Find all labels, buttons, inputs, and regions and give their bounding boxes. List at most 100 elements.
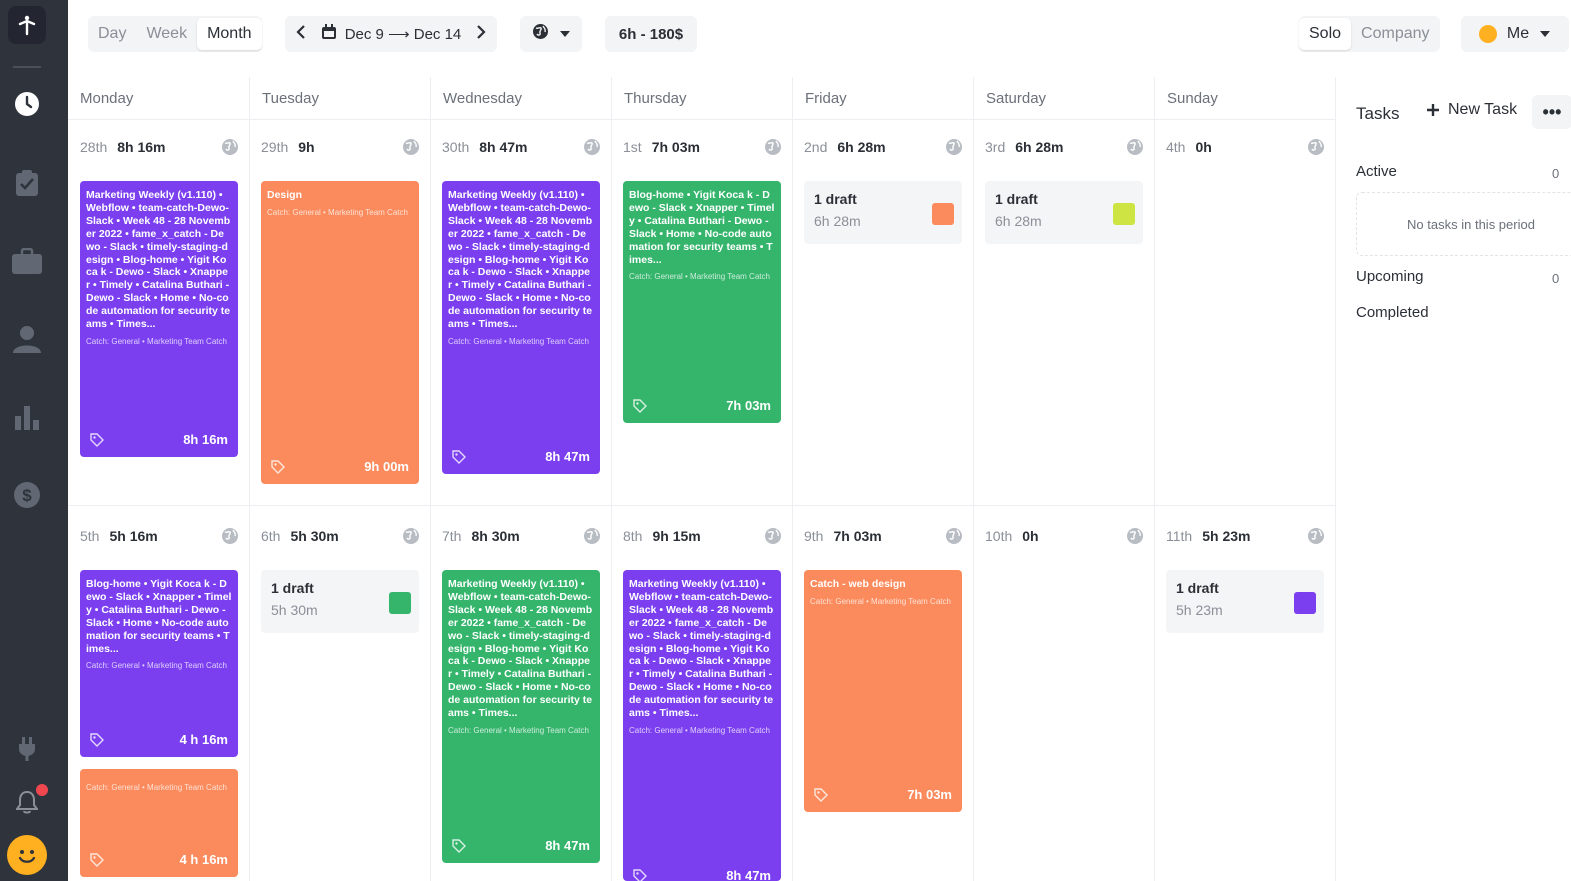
- draft-color-swatch: [389, 592, 411, 614]
- entry-duration: 8h 47m: [545, 449, 590, 464]
- day-header-sunday: Sunday: [1154, 77, 1335, 119]
- user-menu-button[interactable]: Me: [1461, 16, 1569, 52]
- time-entry-card[interactable]: Catch - web design Catch: General • Mark…: [804, 570, 962, 812]
- cell-header: 10th 0h: [985, 524, 1039, 548]
- prev-chevron-icon[interactable]: [295, 25, 307, 43]
- tag-icon[interactable]: [271, 460, 285, 474]
- tag-icon[interactable]: [90, 733, 104, 747]
- timezone-dropdown[interactable]: [520, 16, 582, 52]
- view-day-button[interactable]: Day: [88, 18, 136, 50]
- globe-icon[interactable]: [1126, 527, 1144, 545]
- cell-header: 8th 9h 15m: [623, 524, 701, 548]
- globe-icon[interactable]: [583, 138, 601, 156]
- draft-card[interactable]: 1 draft 5h 23m: [1166, 570, 1324, 633]
- entry-title: Marketing Weekly (v1.110) • Webflow • te…: [629, 578, 774, 720]
- globe-icon[interactable]: [402, 527, 420, 545]
- day-header-thursday: Thursday: [611, 77, 792, 119]
- draft-card[interactable]: 1 draft 6h 28m: [985, 181, 1143, 244]
- entry-tags: Catch: General • Marketing Team Catch: [810, 596, 951, 606]
- calendar-icon: [321, 24, 337, 44]
- entry-tags: Catch: General • Marketing Team Catch: [86, 661, 227, 671]
- time-entry-card[interactable]: Blog-home • Yigit Koca k - Dewo - Slack …: [623, 181, 781, 423]
- logo-icon[interactable]: [8, 6, 46, 44]
- briefcase-icon[interactable]: [11, 245, 43, 277]
- globe-icon[interactable]: [764, 138, 782, 156]
- time-entry-card[interactable]: Catch: General • Marketing Team Catch 4 …: [80, 769, 238, 877]
- day-header-wednesday: Wednesday: [430, 77, 611, 119]
- globe-icon[interactable]: [221, 138, 239, 156]
- entry-duration: 9h 00m: [364, 459, 409, 474]
- view-week-button[interactable]: Week: [136, 18, 197, 50]
- entry-duration: 7h 03m: [907, 787, 952, 802]
- tasks-upcoming-header[interactable]: Upcoming: [1356, 268, 1424, 285]
- globe-icon[interactable]: [945, 138, 963, 156]
- clock-icon[interactable]: [11, 88, 43, 120]
- globe-icon[interactable]: [1307, 138, 1325, 156]
- cell-header: 4th 0h: [1166, 135, 1212, 159]
- cell-date: 2nd: [804, 139, 828, 155]
- cell-date: 3rd: [985, 139, 1006, 155]
- globe-icon[interactable]: [945, 527, 963, 545]
- dollar-icon[interactable]: $: [11, 479, 43, 511]
- tasks-completed-header[interactable]: Completed: [1356, 304, 1429, 321]
- next-chevron-icon[interactable]: [475, 25, 487, 43]
- mode-company-button[interactable]: Company: [1351, 18, 1439, 50]
- tag-icon[interactable]: [452, 839, 466, 853]
- tag-icon[interactable]: [452, 450, 466, 464]
- new-task-button[interactable]: New Task: [1426, 101, 1517, 119]
- globe-icon[interactable]: [402, 138, 420, 156]
- time-entry-card[interactable]: Marketing Weekly (v1.110) • Webflow • te…: [80, 181, 238, 457]
- tasks-active-header[interactable]: Active: [1356, 163, 1397, 180]
- globe-icon[interactable]: [764, 527, 782, 545]
- view-month-button[interactable]: Month: [197, 18, 262, 50]
- entry-duration: 7h 03m: [726, 398, 771, 413]
- globe-icon[interactable]: [583, 527, 601, 545]
- cell-header: 28th 8h 16m: [80, 135, 166, 159]
- draft-color-swatch: [1113, 203, 1135, 225]
- cell-date: 1st: [623, 139, 642, 155]
- time-entry-card[interactable]: Marketing Weekly (v1.110) • Webflow • te…: [442, 570, 600, 863]
- cell-hours: 0h: [1195, 139, 1212, 155]
- entry-tags: Catch: General • Marketing Team Catch: [448, 336, 589, 346]
- cell-hours: 5h 16m: [109, 528, 158, 544]
- tasks-empty-state: No tasks in this period: [1356, 192, 1571, 256]
- globe-icon[interactable]: [221, 527, 239, 545]
- plug-icon[interactable]: [11, 733, 43, 765]
- globe-icon[interactable]: [1307, 527, 1325, 545]
- time-entry-card[interactable]: Design Catch: General • Marketing Team C…: [261, 181, 419, 484]
- entry-tags: Catch: General • Marketing Team Catch: [629, 725, 770, 735]
- grid-line: [792, 77, 793, 881]
- cell-date: 9th: [804, 528, 824, 544]
- tag-icon[interactable]: [633, 399, 647, 413]
- cell-header: 6th 5h 30m: [261, 524, 339, 548]
- cell-hours: 9h: [298, 139, 315, 155]
- cell-date: 8th: [623, 528, 643, 544]
- date-range-label-group[interactable]: Dec 9 ⟶ Dec 14: [321, 24, 461, 44]
- globe-icon[interactable]: [1126, 138, 1144, 156]
- draft-card[interactable]: 1 draft 6h 28m: [804, 181, 962, 244]
- tag-icon[interactable]: [90, 853, 104, 867]
- mode-solo-button[interactable]: Solo: [1299, 18, 1352, 50]
- entry-tags: Catch: General • Marketing Team Catch: [448, 725, 589, 735]
- draft-card[interactable]: 1 draft 5h 30m: [261, 570, 419, 633]
- notification-badge: [36, 784, 48, 796]
- more-icon[interactable]: •••: [1532, 95, 1571, 129]
- cell-header: 30th 8h 47m: [442, 135, 528, 159]
- user-icon[interactable]: [11, 323, 43, 355]
- entry-title: Marketing Weekly (v1.110) • Webflow • te…: [86, 189, 231, 331]
- cell-header: 11th 5h 23m: [1166, 524, 1250, 548]
- bar-chart-icon[interactable]: [11, 401, 43, 433]
- time-entry-card[interactable]: Marketing Weekly (v1.110) • Webflow • te…: [442, 181, 600, 474]
- tag-icon[interactable]: [633, 869, 647, 881]
- cell-date: 4th: [1166, 139, 1186, 155]
- time-entry-card[interactable]: Blog-home • Yigit Koca k - Dewo - Slack …: [80, 570, 238, 757]
- clipboard-check-icon[interactable]: [11, 167, 43, 199]
- avatar-face[interactable]: [7, 835, 47, 875]
- user-menu-label: Me: [1506, 25, 1530, 42]
- grid-line: [249, 77, 250, 881]
- cell-hours: 9h 15m: [652, 528, 701, 544]
- cell-date: 7th: [442, 528, 462, 544]
- tag-icon[interactable]: [90, 433, 104, 447]
- time-entry-card[interactable]: Marketing Weekly (v1.110) • Webflow • te…: [623, 570, 781, 881]
- tag-icon[interactable]: [814, 788, 828, 802]
